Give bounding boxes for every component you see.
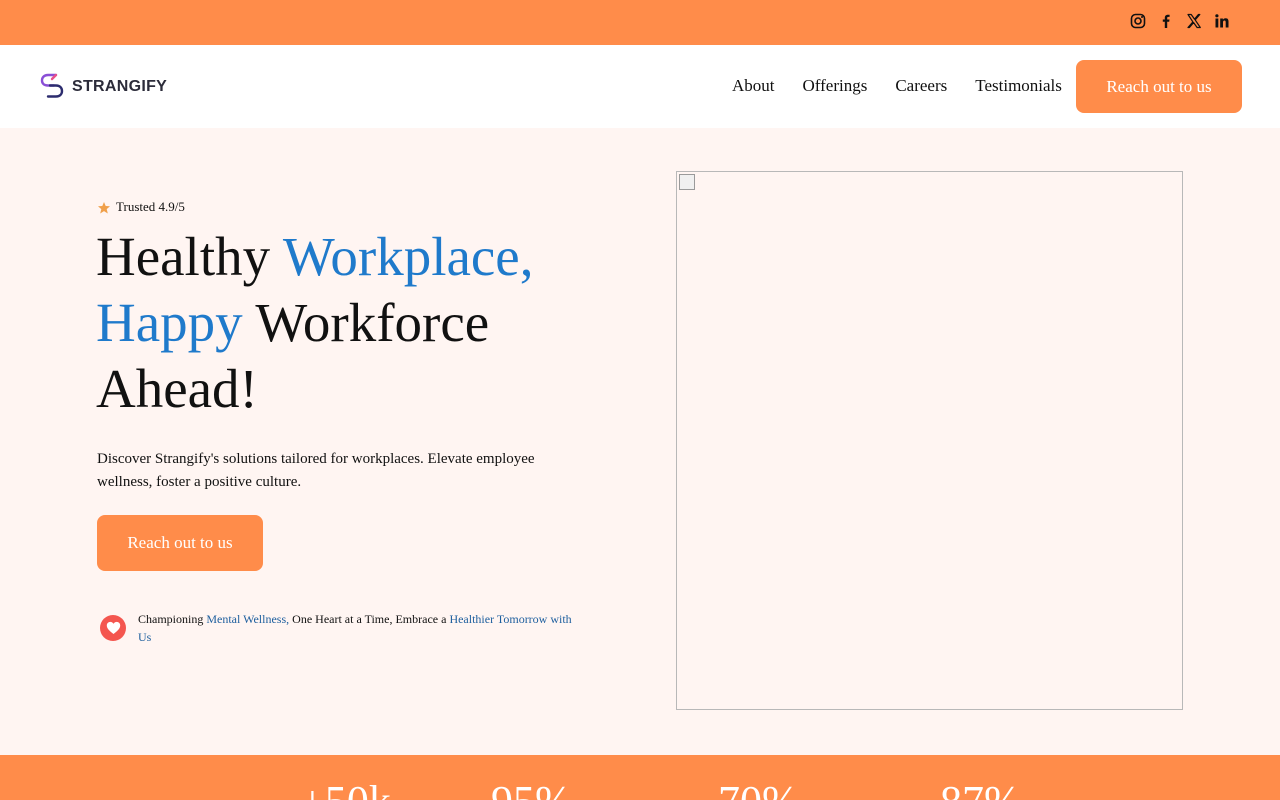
- nav-item-offerings[interactable]: Offerings: [803, 76, 868, 96]
- facebook-icon[interactable]: [1158, 13, 1174, 29]
- main-navbar: STRANGIFY About Offerings Careers Testim…: [0, 45, 1280, 128]
- headline-part-1: Healthy: [96, 226, 283, 287]
- hero-section: Trusted 4.9/5 Healthy Workplace, Happy Wo…: [0, 128, 1280, 755]
- primary-nav: About Offerings Careers Testimonials: [732, 76, 1062, 96]
- stat-value: +50k: [300, 777, 391, 800]
- stat-value: 87%: [940, 777, 1021, 800]
- stats-band: +50k 95% 70% 87%: [0, 755, 1280, 800]
- heart-badge: [100, 615, 126, 641]
- hero-image: [676, 171, 1183, 710]
- reach-out-hero-button[interactable]: Reach out to us: [97, 515, 263, 571]
- nav-item-about[interactable]: About: [732, 76, 775, 96]
- instagram-icon[interactable]: [1130, 13, 1146, 29]
- reach-out-nav-button[interactable]: Reach out to us: [1076, 60, 1242, 113]
- x-icon[interactable]: [1186, 13, 1202, 29]
- stat-value: 95%: [491, 777, 572, 800]
- broken-image-icon: [679, 174, 695, 190]
- hero-description: Discover Strangify's solutions tailored …: [97, 451, 535, 490]
- hero-tagline: Championing Mental Wellness, One Heart a…: [138, 610, 578, 646]
- trust-label: Trusted 4.9/5: [116, 198, 185, 214]
- nav-item-testimonials[interactable]: Testimonials: [975, 76, 1062, 96]
- brand-logo[interactable]: STRANGIFY: [40, 72, 167, 102]
- tagline-part-1: Championing: [138, 612, 207, 626]
- tagline-link-mental-wellness[interactable]: Mental Wellness,: [206, 612, 289, 626]
- headline-accent-workplace: Workplace,: [282, 226, 534, 287]
- social-links: [1130, 13, 1230, 29]
- trust-badge: Trusted 4.9/5: [97, 198, 185, 215]
- stat-value: 70%: [718, 777, 799, 800]
- nav-item-careers[interactable]: Careers: [895, 76, 947, 96]
- heart-icon: [106, 621, 120, 634]
- headline-accent-happy: Happy: [96, 292, 243, 353]
- strangify-logo-icon: [40, 73, 64, 98]
- top-bar: [0, 0, 1280, 45]
- brand-name: STRANGIFY: [72, 78, 168, 95]
- linkedin-icon[interactable]: [1214, 13, 1230, 29]
- hero-headline: Healthy Workplace, Happy Workforce Ahead!: [96, 224, 576, 422]
- star-icon: [98, 202, 110, 214]
- tagline-part-2: One Heart at a Time, Embrace a: [289, 612, 450, 626]
